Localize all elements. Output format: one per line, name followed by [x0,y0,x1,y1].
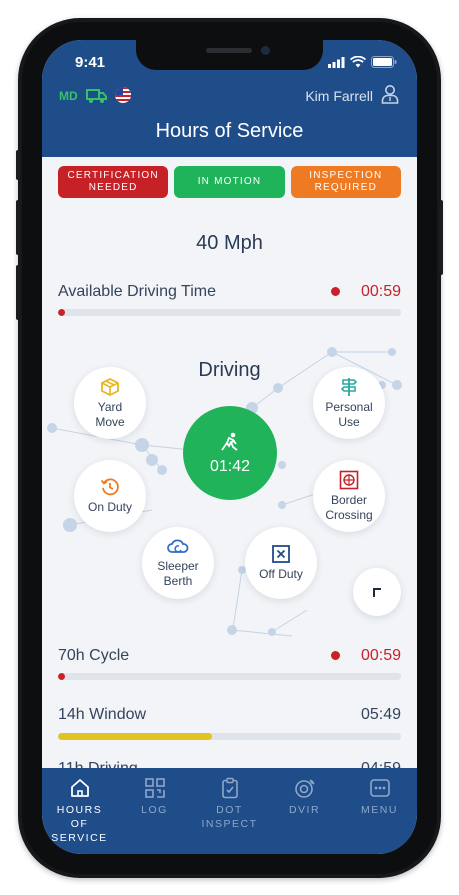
cycle-progress [58,673,401,680]
tab-dot-inspect-label: DOT INSPECT [201,804,258,830]
border-crossing-label: Border Crossing [325,492,373,522]
signpost-icon [340,377,358,396]
on-duty-label: On Duty [87,500,132,514]
status-icons [328,56,397,68]
home-icon [70,779,89,797]
app-screen: 9:41 MD Kim Farrell Hours of Service CER… [42,40,417,854]
alert-badges: CERTIFICATION NEEDED IN MOTION INSPECTIO… [58,166,401,198]
collapse-button[interactable] [353,568,401,616]
tire-icon [294,779,315,798]
tab-hours-of-service[interactable]: HOURS OF SERVICE [42,768,117,854]
user-name[interactable]: Kim Farrell [305,88,373,104]
tab-log[interactable]: LOG [117,768,192,854]
tab-menu-label: MENU [361,804,398,816]
window-value: 05:49 [360,706,401,723]
signal-icon [328,56,345,68]
sleeper-berth-button[interactable]: Sleeper Berth [142,527,214,599]
cycle-value: 00:59 [360,647,401,664]
off-duty-button[interactable]: Off Duty [245,527,317,599]
border-crossing-button[interactable]: Border Crossing [313,460,385,532]
in-motion-badge[interactable]: IN MOTION [174,166,285,198]
available-driving-progress-fill [58,309,65,316]
cloud-moon-icon [167,539,189,553]
front-camera [261,46,270,55]
window-label: 14h Window [58,706,147,723]
available-driving-label: Available Driving Time [58,283,216,300]
corner-arrow-icon [373,588,381,597]
sleeper-berth-label: Sleeper Berth [157,558,199,588]
on-duty-button[interactable]: On Duty [74,460,146,532]
driving-status-button[interactable]: 01:42 [183,406,277,500]
available-driving-progress [58,309,401,316]
tab-dot-inspect[interactable]: DOT INSPECT [192,768,267,854]
us-flag-icon [115,87,131,103]
box-icon [101,377,119,396]
qr-log-icon [144,778,165,798]
side-button-left-3 [16,265,20,320]
cycle-alert-dot [331,651,340,660]
available-driving-value: 00:59 [360,283,401,300]
notch [136,40,323,70]
status-time: 9:41 [75,54,106,71]
battery-icon [371,56,397,68]
globe-icon [339,470,359,489]
available-driving-alert-dot [331,287,340,296]
cycle-progress-fill [58,673,65,680]
close-box-icon [272,545,290,563]
off-duty-label: Off Duty [259,567,303,581]
tab-dvir[interactable]: DVIR [267,768,342,854]
driving-timer: 01:42 [209,457,251,475]
certification-needed-badge[interactable]: CERTIFICATION NEEDED [58,166,169,198]
md-state-label: MD [59,89,78,103]
cycle-label: 70h Cycle [58,647,130,664]
tab-log-label: LOG [141,804,168,816]
tab-menu[interactable]: MENU [342,768,417,854]
user-icon[interactable] [381,84,399,104]
personal-use-button[interactable]: Personal Use [313,367,385,439]
clipboard-icon [221,777,238,799]
clock-rotate-icon [100,478,119,496]
bottom-tab-bar: HOURS OF SERVICE LOG DOT INSPECT DVIR ME… [42,768,417,854]
window-progress [58,733,401,740]
page-title: Hours of Service [155,120,304,142]
personal-use-label: Personal Use [325,399,373,429]
inspection-required-badge[interactable]: INSPECTION REQUIRED [290,166,401,198]
side-button-left-1 [16,150,20,180]
side-button-left-2 [16,200,20,255]
menu-icon [369,779,390,797]
speed-readout: 40 Mph [196,232,263,254]
driver-icon [221,432,238,451]
tab-hours-of-service-label: HOURS OF SERVICE [51,804,108,844]
side-button-right [439,200,443,275]
yard-move-button[interactable]: Yard Move [74,367,146,439]
truck-icon [86,89,107,103]
speaker [206,48,252,53]
yard-move-label: Yard Move [95,399,125,429]
window-progress-fill [58,733,213,740]
tab-dvir-label: DVIR [288,804,321,816]
wifi-icon [350,56,366,68]
